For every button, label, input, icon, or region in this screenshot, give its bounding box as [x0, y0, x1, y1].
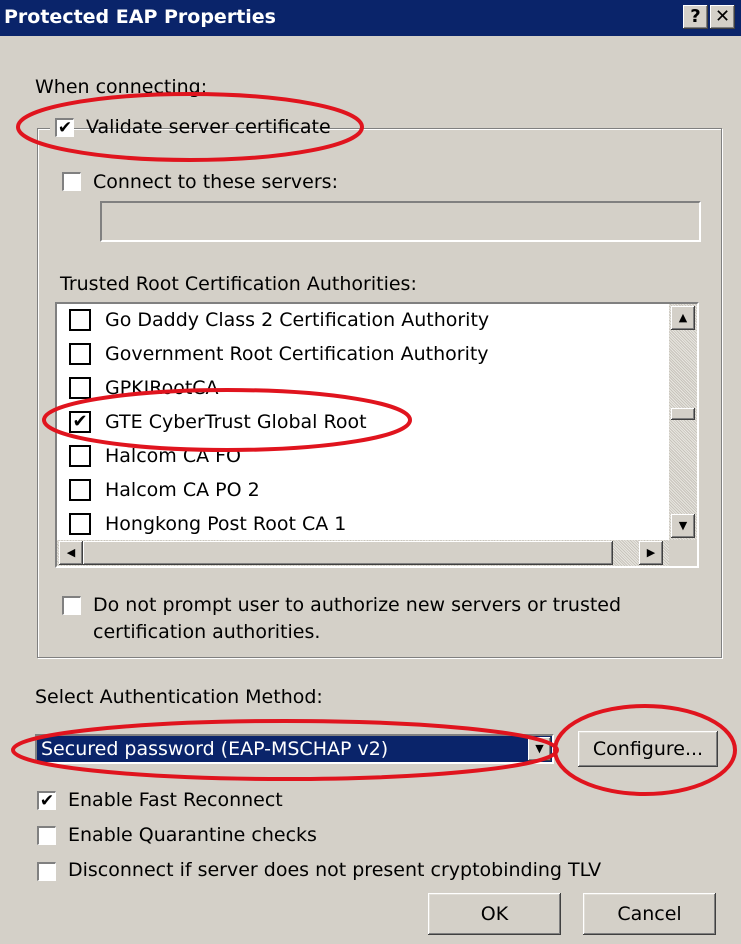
title-bar: Protected EAP Properties ? ✕: [0, 0, 741, 36]
cert-item-label: Go Daddy Class 2 Certification Authority: [105, 309, 490, 331]
horizontal-scroll-thumb[interactable]: [83, 541, 613, 565]
horizontal-scrollbar[interactable]: ◀ ▶: [57, 540, 669, 566]
scroll-down-button[interactable]: ▼: [671, 514, 695, 538]
close-button[interactable]: ✕: [710, 5, 735, 29]
cert-items: Go Daddy Class 2 Certification Authority…: [57, 304, 669, 540]
chevron-down-icon: ▼: [535, 742, 544, 755]
auth-method-value: Secured password (EAP-MSCHAP v2): [41, 738, 389, 760]
fast-reconnect-label: Enable Fast Reconnect: [68, 789, 283, 811]
cancel-button[interactable]: Cancel: [583, 893, 716, 935]
ok-button[interactable]: OK: [428, 893, 561, 935]
validate-cert-label: Validate server certificate: [86, 116, 331, 138]
scroll-corner: [669, 540, 697, 566]
quarantine-checkbox[interactable]: [37, 826, 56, 845]
validate-cert-checkbox[interactable]: ✔: [55, 118, 74, 137]
help-button[interactable]: ?: [683, 5, 708, 29]
cert-item-label: Hongkong Post Root CA 1: [105, 513, 347, 535]
cert-item-checkbox[interactable]: ✔: [69, 411, 91, 433]
scroll-left-button[interactable]: ◀: [59, 541, 83, 565]
window-title: Protected EAP Properties: [4, 6, 276, 28]
check-icon: ✔: [72, 411, 88, 432]
quarantine-label: Enable Quarantine checks: [68, 824, 317, 846]
cert-item-label: GPKIRootCA: [105, 377, 219, 399]
do-not-prompt-checkbox[interactable]: [62, 596, 81, 615]
cert-list: Go Daddy Class 2 Certification Authority…: [55, 302, 699, 568]
fast-reconnect-checkbox[interactable]: ✔: [37, 791, 56, 810]
connect-servers-checkbox[interactable]: [62, 172, 81, 191]
cryptobinding-checkbox[interactable]: [37, 862, 56, 881]
configure-button[interactable]: Configure...: [578, 731, 718, 767]
cert-item-checkbox[interactable]: [69, 377, 91, 399]
dropdown-button[interactable]: ▼: [528, 737, 551, 761]
arrow-down-icon: ▼: [678, 519, 688, 532]
scroll-right-button[interactable]: ▶: [639, 541, 663, 565]
do-not-prompt-label-line2: certification authorities.: [93, 621, 321, 643]
connect-servers-label: Connect to these servers:: [93, 171, 338, 193]
check-icon: ✔: [57, 118, 73, 138]
cryptobinding-label: Disconnect if server does not present cr…: [68, 859, 602, 881]
arrow-left-icon: ◀: [66, 546, 76, 559]
cert-item-label: Halcom CA FO: [105, 445, 242, 467]
arrow-up-icon: ▲: [678, 311, 688, 324]
vertical-scroll-thumb[interactable]: [671, 408, 695, 420]
check-icon: ✔: [39, 791, 55, 811]
cert-item-label: GTE CyberTrust Global Root: [105, 411, 367, 433]
validate-cert-row[interactable]: ✔ Validate server certificate: [50, 116, 331, 140]
cert-item-label: Government Root Certification Authority: [105, 343, 489, 365]
servers-input[interactable]: [100, 201, 701, 242]
cert-item-label: Halcom CA PO 2: [105, 479, 260, 501]
auth-method-label: Select Authentication Method:: [35, 686, 323, 708]
arrow-right-icon: ▶: [646, 546, 656, 559]
cert-item-checkbox[interactable]: [69, 513, 91, 535]
cert-item-checkbox[interactable]: [69, 309, 91, 331]
auth-method-select[interactable]: Secured password (EAP-MSCHAP v2) ▼: [35, 734, 554, 764]
vertical-scrollbar[interactable]: ▲ ▼: [669, 304, 697, 540]
when-connecting-label: When connecting:: [35, 76, 208, 98]
do-not-prompt-label-line1: Do not prompt user to authorize new serv…: [93, 594, 622, 616]
cert-item-checkbox[interactable]: [69, 479, 91, 501]
trusted-root-label: Trusted Root Certification Authorities:: [60, 273, 417, 295]
cert-item-checkbox[interactable]: [69, 445, 91, 467]
scroll-up-button[interactable]: ▲: [671, 306, 695, 330]
cert-item-checkbox[interactable]: [69, 343, 91, 365]
